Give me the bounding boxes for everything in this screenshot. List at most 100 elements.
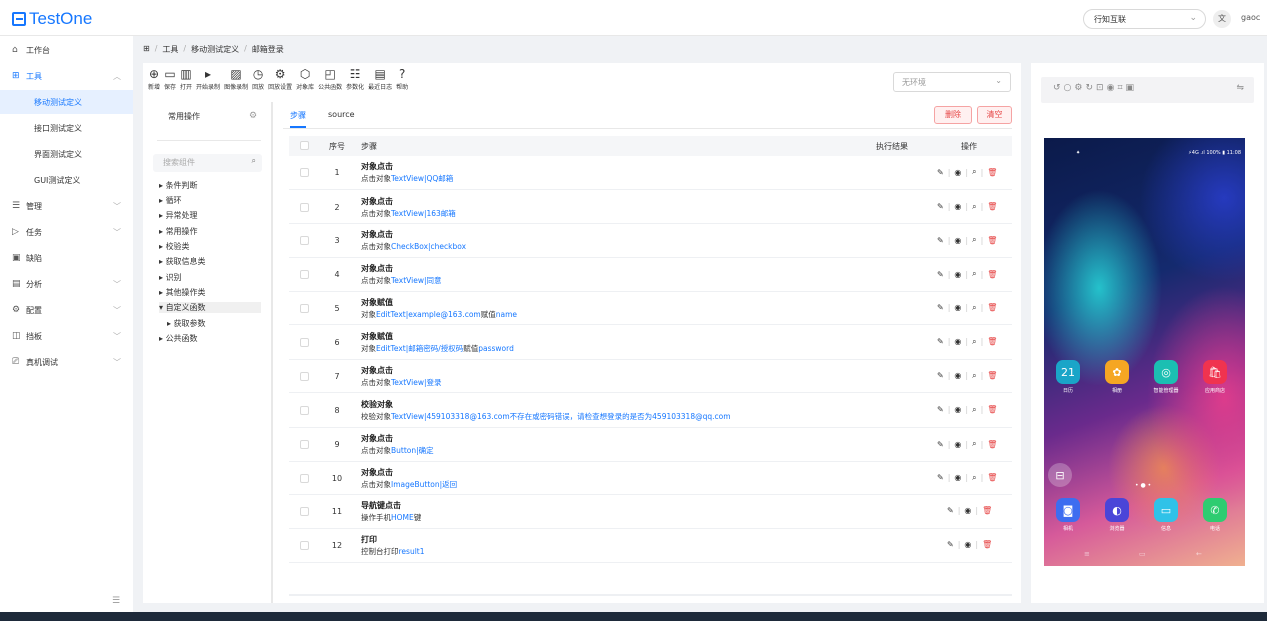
refresh-icon[interactable]: ↻ [1085,83,1096,93]
delete-icon[interactable]: 🗑 [987,371,997,380]
home-icon[interactable]: ▭ [1139,550,1146,558]
run-icon[interactable]: ◉ [954,168,961,177]
object-link[interactable]: result1 [399,547,425,556]
phone-screen[interactable]: ⁕ ⚡4G .ıl 100% ▮ 11:08 21 日历 ✿ 相册 ◎ 智能管理器 🛍 应用商… [1044,138,1245,566]
component-search-input[interactable]: 搜索组件 ⌕ [153,154,262,172]
table-row[interactable]: 9 对象点击 点击对象Button|确定 ✎ | ◉ | ⌕ | 🗑 [289,428,1012,462]
clear-button[interactable]: 清空 [977,106,1012,124]
table-row[interactable]: 10 对象点击 点击对象ImageButton|返回 ✎ | ◉ | ⌕ | 🗑 [289,462,1012,495]
tree-item[interactable]: ▸ 识别 [159,272,182,283]
row-checkbox[interactable] [300,371,309,381]
search-icon[interactable]: ⌕ [972,473,976,483]
object-link[interactable]: TextView|163邮箱 [391,209,456,218]
row-checkbox[interactable] [300,236,309,245]
eye-icon[interactable]: ◉ [1107,83,1118,93]
variable-link[interactable]: name [496,310,517,319]
edit-icon[interactable]: ✎ [937,270,944,279]
table-row[interactable]: 6 对象赋值 对象EditText|邮箱密码/授权码赋值password ✎ | ◉ | ⌕ |… [289,325,1012,360]
search-icon[interactable]: ⌕ [972,303,976,313]
phone-app[interactable]: ◎ 智能管理器 [1152,360,1180,394]
breadcrumb-tools[interactable]: 工具 [162,44,178,55]
row-checkbox[interactable] [300,303,309,313]
translate-icon[interactable]: 文 [1213,10,1231,28]
run-icon[interactable]: ◉ [954,337,961,346]
table-row[interactable]: 12 打印 控制台打印result1 ✎ | ◉ | 🗑 [289,529,1012,563]
horizontal-scrollbar[interactable] [289,594,1012,596]
tree-item[interactable]: ▸ 异常处理 [159,210,198,221]
app-logo[interactable]: TestOne [12,9,92,29]
row-checkbox[interactable] [300,168,309,177]
delete-button[interactable]: 删除 [934,106,972,124]
user-name[interactable]: gaoc [1241,13,1260,22]
open-button[interactable]: ▥ 打开 [180,66,192,98]
gear-icon[interactable]: ⚙ [249,111,257,121]
tree-item[interactable]: ▸ 获取信息类 [159,256,206,267]
run-icon[interactable]: ◉ [954,440,961,449]
parameterize-button[interactable]: ☷ 参数化 [346,66,364,98]
delete-icon[interactable]: 🗑 [987,202,997,211]
phone-app[interactable]: ▭ 信息 [1152,498,1180,532]
row-checkbox[interactable] [300,337,309,347]
tab-source[interactable]: source [328,110,355,128]
object-link[interactable]: TextView|同意 [391,276,442,285]
search-icon[interactable]: ⌕ [972,371,976,381]
tree-item[interactable]: ▸ 其他操作类 [159,287,206,298]
phone-app[interactable]: ◙ 相机 [1054,498,1082,532]
run-icon[interactable]: ◉ [954,303,961,312]
object-link[interactable]: TextView|QQ邮箱 [391,174,453,183]
circle-icon[interactable]: ○ [1064,83,1075,93]
run-icon[interactable]: ◉ [954,371,961,380]
common-function-button[interactable]: ◰ 公共函数 [318,66,342,98]
breadcrumb-mobile[interactable]: 移动测试定义 [191,44,239,55]
phone-app[interactable]: 21 日历 [1054,360,1082,394]
edit-icon[interactable]: ✎ [937,473,944,482]
edit-icon[interactable]: ✎ [937,236,944,245]
delete-icon[interactable]: 🗑 [987,168,997,177]
sidebar-item-bug[interactable]: ▣ 缺陷 [0,246,133,270]
sidebar-sub-gui[interactable]: GUI测试定义 [0,168,133,192]
sidebar-item-baffle[interactable]: ◫ 挡板 ﹀ [0,324,133,348]
delete-icon[interactable]: 🗑 [987,440,997,449]
search-icon[interactable]: ⌕ [972,235,976,245]
image-record-button[interactable]: ▨ 图像录制 [224,66,248,98]
gear-icon[interactable]: ⚙ [1074,83,1085,93]
delete-icon[interactable]: 🗑 [982,540,992,549]
recent-log-button[interactable]: ▤ 最近日志 [368,66,392,98]
search-icon[interactable]: ⌕ [972,405,976,415]
undo-icon[interactable]: ↺ [1053,83,1064,93]
row-checkbox[interactable] [300,473,309,483]
tree-item[interactable]: ▸ 公共函数 [159,333,198,344]
table-row[interactable]: 11 导航键点击 操作手机HOME键 ✎ | ◉ | 🗑 [289,495,1012,529]
tab-steps[interactable]: 步骤 [290,110,306,128]
tree-item[interactable]: ▸ 常用操作 [159,226,198,237]
delete-icon[interactable]: 🗑 [987,405,997,414]
tree-item[interactable]: ▸ 条件判断 [159,180,198,191]
object-library-button[interactable]: ⬡ 对象库 [296,66,314,98]
delete-icon[interactable]: 🗑 [982,506,992,515]
lock-icon[interactable]: ⊡ [1096,83,1107,93]
delete-icon[interactable]: 🗑 [987,270,997,279]
edit-icon[interactable]: ✎ [937,371,944,380]
search-icon[interactable]: ⌕ [972,439,976,449]
object-link[interactable]: Button|确定 [391,446,434,455]
search-icon[interactable]: ⌕ [972,269,976,279]
run-icon[interactable]: ◉ [954,202,961,211]
start-record-button[interactable]: ▸ 开始录制 [196,66,220,98]
run-icon[interactable]: ◉ [964,540,971,549]
edit-icon[interactable]: ✎ [937,405,944,414]
sidebar-item-config[interactable]: ⚙ 配置 ﹀ [0,298,133,322]
delete-icon[interactable]: 🗑 [987,303,997,312]
sidebar-item-manage[interactable]: ☰ 管理 ﹀ [0,194,133,218]
row-checkbox[interactable] [300,440,309,449]
phone-app[interactable]: 🛍 应用商店 [1201,360,1229,394]
run-icon[interactable]: ◉ [954,270,961,279]
run-icon[interactable]: ◉ [954,405,961,414]
edit-icon[interactable]: ✎ [947,540,954,549]
row-checkbox[interactable] [300,507,309,516]
sidebar-item-workbench[interactable]: ⌂ 工作台 [0,38,133,62]
object-link[interactable]: EditText|邮箱密码/授权码 [376,344,463,353]
phone-app[interactable]: ◐ 浏览器 [1103,498,1131,532]
object-link[interactable]: CheckBox|checkbox [391,242,466,251]
new-button[interactable]: ⊕ 新增 [148,66,160,98]
delete-icon[interactable]: 🗑 [987,473,997,482]
